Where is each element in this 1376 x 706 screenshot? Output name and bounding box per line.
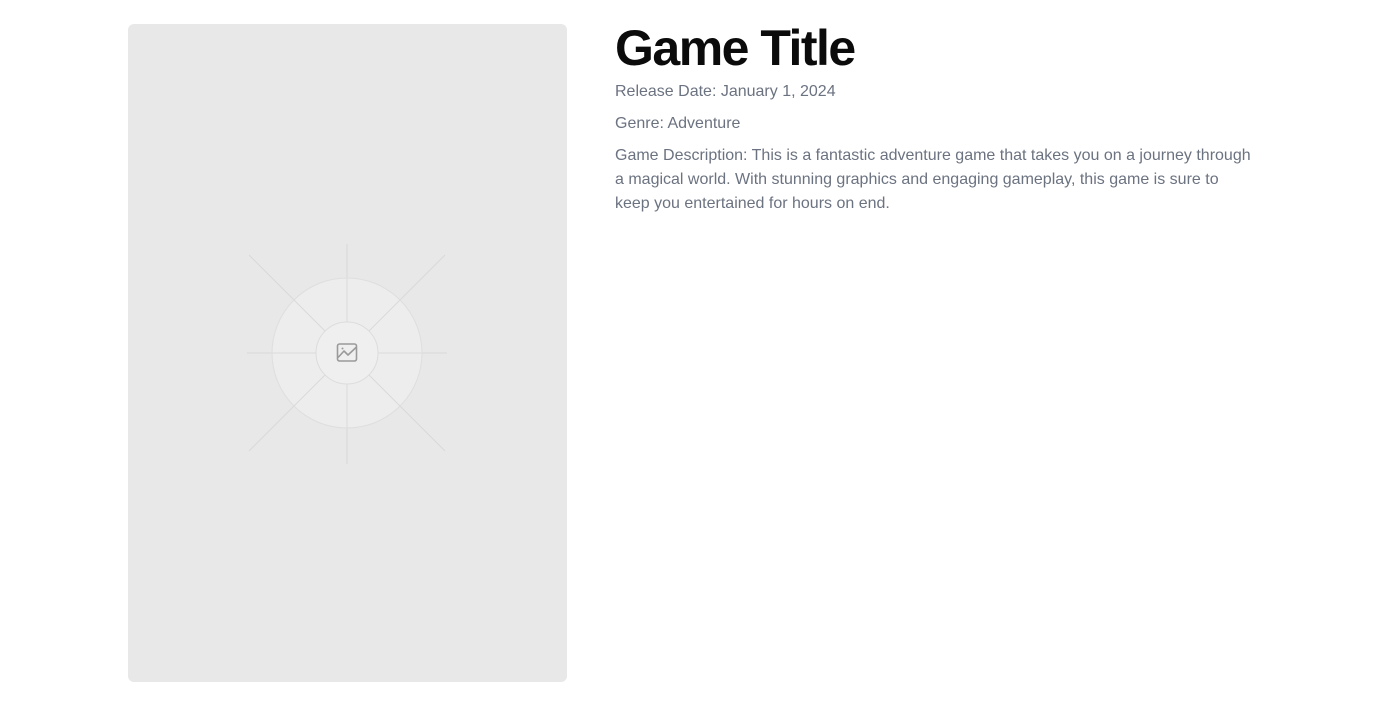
game-title: Game Title bbox=[615, 20, 856, 76]
genre: Genre: Adventure bbox=[615, 115, 741, 132]
game-cover-placeholder bbox=[128, 24, 567, 682]
image-placeholder-graphic bbox=[247, 244, 447, 464]
game-info-panel: Game Title Release Date: January 1, 2024… bbox=[615, 18, 1255, 216]
game-description: Game Description: This is a fantastic ad… bbox=[615, 147, 1251, 212]
release-date: Release Date: January 1, 2024 bbox=[615, 83, 836, 100]
